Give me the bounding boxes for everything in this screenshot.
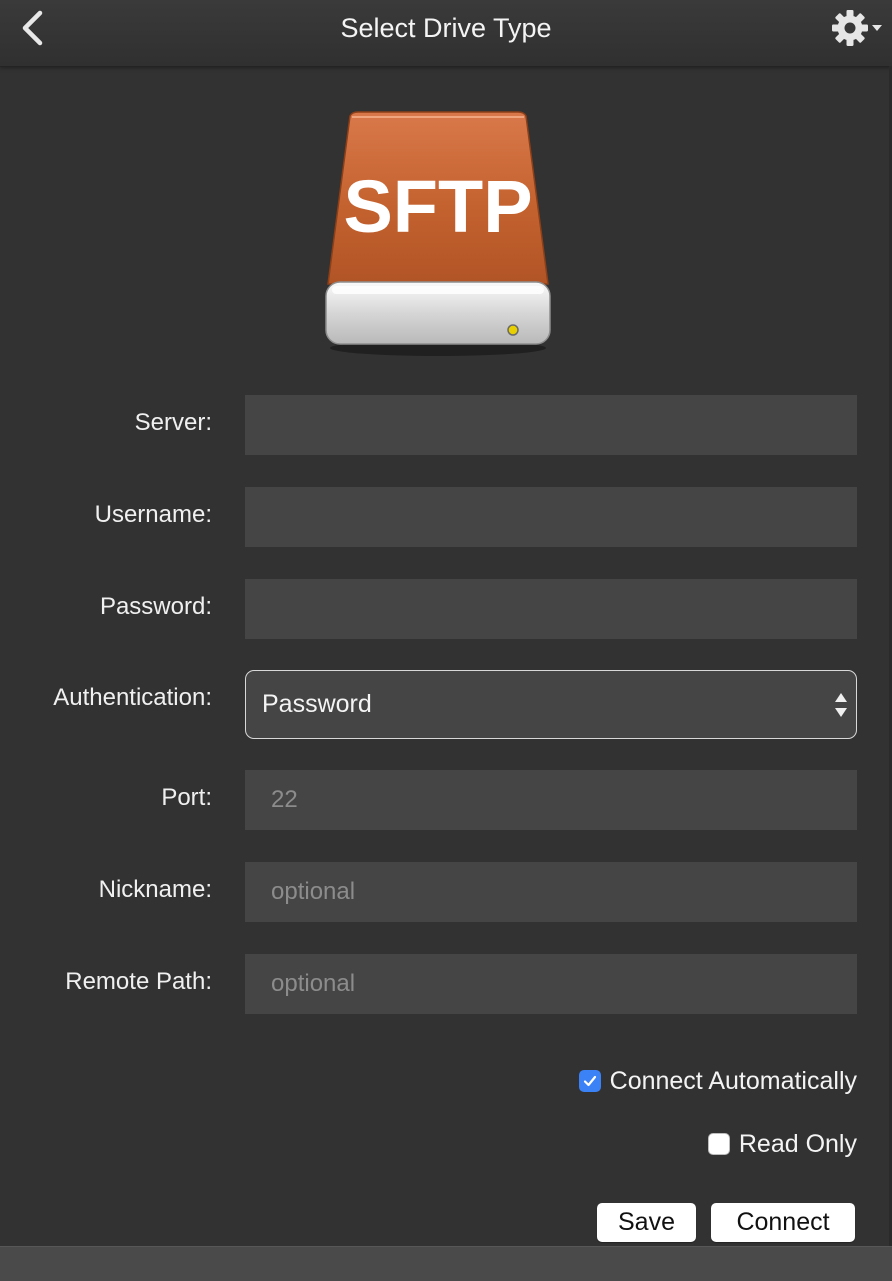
up-down-arrows-icon bbox=[835, 693, 847, 717]
save-button[interactable]: Save bbox=[597, 1203, 696, 1242]
connect-automatically-option[interactable]: Connect Automatically bbox=[578, 1064, 857, 1098]
page-title: Select Drive Type bbox=[340, 13, 552, 43]
nickname-label: Nickname: bbox=[98, 876, 212, 903]
server-input[interactable] bbox=[245, 395, 857, 455]
top-bar: Select Drive Type bbox=[0, 0, 892, 67]
authentication-selected-value: Password bbox=[262, 690, 372, 718]
username-input[interactable] bbox=[245, 487, 857, 547]
port-input[interactable] bbox=[245, 770, 857, 830]
settings-menu-button[interactable] bbox=[828, 8, 888, 48]
port-label: Port: bbox=[161, 784, 212, 811]
username-label: Username: bbox=[94, 501, 212, 528]
drive-type-label: SFTP bbox=[343, 165, 532, 248]
remote-path-input[interactable] bbox=[245, 954, 857, 1014]
read-only-checkbox[interactable] bbox=[707, 1133, 730, 1155]
server-label: Server: bbox=[134, 409, 212, 436]
read-only-label: Read Only bbox=[738, 1129, 857, 1158]
authentication-select[interactable]: Password bbox=[245, 670, 857, 739]
connect-automatically-label: Connect Automatically bbox=[609, 1066, 857, 1095]
authentication-label: Authentication: bbox=[53, 684, 212, 711]
bottom-bar bbox=[0, 1246, 892, 1281]
drive-led-icon bbox=[507, 324, 519, 336]
remote-path-label: Remote Path: bbox=[65, 968, 212, 995]
gear-icon bbox=[832, 10, 882, 46]
connect-button[interactable]: Connect bbox=[711, 1203, 855, 1242]
read-only-option[interactable]: Read Only bbox=[707, 1127, 857, 1161]
back-button[interactable] bbox=[14, 8, 54, 48]
password-input[interactable] bbox=[245, 579, 857, 639]
connect-automatically-checkbox[interactable] bbox=[578, 1070, 601, 1092]
sftp-drive-icon: SFTP bbox=[322, 108, 554, 358]
checkmark-icon bbox=[583, 1075, 596, 1087]
nickname-input[interactable] bbox=[245, 862, 857, 922]
dropdown-caret-icon bbox=[872, 25, 882, 31]
chevron-left-icon bbox=[22, 10, 43, 46]
password-label: Password: bbox=[99, 593, 212, 620]
